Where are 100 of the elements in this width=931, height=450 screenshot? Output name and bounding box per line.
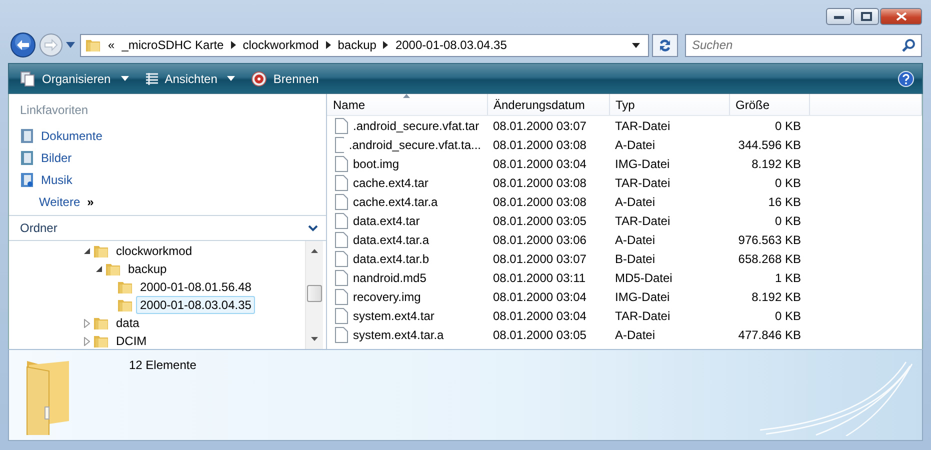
file-name[interactable]: system.ext4.tar.a <box>353 328 444 342</box>
column-header[interactable]: Typ <box>609 94 729 116</box>
table-cell: 08.01.2000 03:05 <box>493 214 586 228</box>
table-cell: 08.01.2000 03:07 <box>493 118 586 132</box>
file-icon <box>335 232 348 248</box>
breadcrumb-arrow-icon[interactable] <box>326 41 331 49</box>
search-box[interactable]: Suchen <box>685 34 922 56</box>
table-cell: B-Datei <box>615 252 656 266</box>
toolbar-button[interactable]: Brennen <box>248 68 322 88</box>
file-name[interactable]: data.ext4.tar <box>353 214 420 228</box>
file-name[interactable]: recovery.img <box>353 290 421 304</box>
table-cell: 08.01.2000 03:04 <box>493 308 586 322</box>
table-cell: IMG-Datei <box>615 156 670 170</box>
favorite-link[interactable]: Bilder <box>41 147 72 169</box>
tree-item[interactable]: clockworkmod <box>112 242 196 260</box>
table-cell: 08.01.2000 03:08 <box>493 176 586 190</box>
file-name[interactable]: data.ext4.tar.b <box>353 252 430 266</box>
table-cell: TAR-Datei <box>615 118 670 132</box>
back-button[interactable] <box>10 32 36 58</box>
folder-icon <box>93 333 109 349</box>
maximize-button[interactable] <box>853 8 879 25</box>
tree-item[interactable]: data <box>112 314 144 332</box>
disc-icon <box>251 70 268 86</box>
search-icon <box>902 38 915 52</box>
scroll-down-icon[interactable] <box>311 337 318 341</box>
table-cell: 0 KB <box>774 118 801 132</box>
more-chevron[interactable]: » <box>87 195 94 209</box>
table-cell: 8.192 KB <box>752 156 801 170</box>
table-cell: TAR-Datei <box>615 214 670 228</box>
help-icon[interactable] <box>898 70 914 86</box>
dropdown-arrow-icon[interactable] <box>632 42 640 48</box>
file-name[interactable]: nandroid.md5 <box>353 270 426 284</box>
table-cell: 08.01.2000 03:06 <box>493 232 586 246</box>
file-name[interactable]: data.ext4.tar.a <box>353 232 430 246</box>
favorite-link[interactable]: Musik <box>41 169 72 191</box>
file-icon <box>335 136 344 152</box>
breadcrumb[interactable]: clockworkmod <box>242 38 319 52</box>
more-link[interactable]: Weitere <box>39 191 80 213</box>
file-name[interactable]: system.ext4.tar <box>353 308 434 322</box>
maximize-icon <box>860 12 872 21</box>
scroll-up-icon[interactable] <box>311 249 318 253</box>
table-cell: 0 KB <box>774 308 801 322</box>
table-cell: 658.268 KB <box>738 252 801 266</box>
favorite-link[interactable]: Dokumente <box>41 125 102 147</box>
item-count: 12 Elemente <box>129 358 196 374</box>
expanded-arrow-icon[interactable] <box>84 248 90 254</box>
table-cell: 08.01.2000 03:04 <box>493 290 586 304</box>
breadcrumb[interactable]: 2000-01-08.03.04.35 <box>395 38 507 52</box>
file-icon <box>335 212 348 228</box>
file-icon <box>335 118 348 134</box>
chevron-down-icon[interactable] <box>308 224 318 232</box>
file-icon <box>335 194 348 210</box>
column-header[interactable]: Änderungsdatum <box>487 94 609 116</box>
address-bar[interactable]: « _microSDHC Karte clockworkmod backup 2000-01-08.03.04.35 <box>80 34 649 56</box>
minimize-button[interactable] <box>826 8 852 25</box>
toolbar-button[interactable]: Organisieren <box>17 68 132 88</box>
close-button[interactable] <box>880 8 922 25</box>
file-icon <box>335 288 348 304</box>
toolbar-button[interactable]: Ansichten <box>142 70 238 88</box>
caret-icon <box>227 76 236 81</box>
collapsed-arrow-icon[interactable] <box>84 336 90 346</box>
tree-item[interactable]: 2000-01-08.03.04.35 <box>136 296 256 314</box>
file-name[interactable]: cache.ext4.tar <box>353 176 428 190</box>
tree-item[interactable]: DCIM <box>112 332 151 349</box>
folder-icon <box>117 279 133 295</box>
folder-icon <box>93 315 109 331</box>
column-header[interactable]: Name <box>327 94 487 116</box>
scrollbar-thumb[interactable] <box>307 285 322 302</box>
tree-item[interactable]: 2000-01-08.01.56.48 <box>136 278 256 296</box>
history-dropdown-icon[interactable] <box>66 42 75 48</box>
overflow-chevron[interactable]: « <box>108 38 115 52</box>
folder-icon <box>117 297 133 313</box>
table-cell: MD5-Datei <box>615 270 672 284</box>
tree-item[interactable]: backup <box>124 260 171 278</box>
breadcrumb[interactable]: _microSDHC Karte <box>122 38 224 52</box>
refresh-icon[interactable] <box>652 34 678 56</box>
breadcrumb-arrow-icon[interactable] <box>230 41 236 49</box>
file-name[interactable]: .android_secure.vfat.ta... <box>348 138 481 152</box>
table-cell: 08.01.2000 03:11 <box>493 270 586 284</box>
documents-icon <box>20 70 36 86</box>
table-cell: 976.563 KB <box>738 232 801 246</box>
breadcrumb-arrow-icon[interactable] <box>383 41 388 49</box>
file-name[interactable]: boot.img <box>353 156 400 170</box>
file-icon <box>335 326 348 342</box>
file-icon <box>335 308 348 324</box>
file-name[interactable]: .android_secure.vfat.tar <box>353 118 480 132</box>
column-header[interactable]: Größe <box>729 94 809 116</box>
folders-heading[interactable]: Ordner <box>20 221 58 235</box>
expanded-arrow-icon[interactable] <box>96 266 102 272</box>
table-cell: 08.01.2000 03:08 <box>493 194 586 208</box>
search-field[interactable]: Suchen <box>686 38 902 52</box>
table-cell: A-Datei <box>615 328 656 342</box>
music-library-icon <box>20 172 34 188</box>
section-heading: Linkfavoriten <box>20 103 90 117</box>
folder-icon <box>85 37 101 53</box>
breadcrumb[interactable]: backup <box>338 38 376 52</box>
collapsed-arrow-icon[interactable] <box>84 318 90 328</box>
close-icon <box>896 12 906 21</box>
scrollbar[interactable] <box>305 241 323 349</box>
file-name[interactable]: cache.ext4.tar.a <box>353 194 438 208</box>
